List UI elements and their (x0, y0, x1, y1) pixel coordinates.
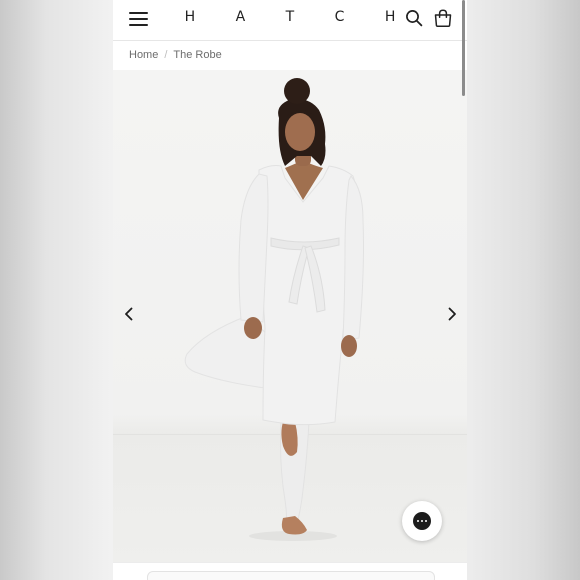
shopping-bag-icon[interactable] (433, 8, 453, 28)
product-image-gallery[interactable] (113, 70, 467, 562)
chevron-left-icon[interactable] (121, 306, 137, 322)
breadcrumb-home-link[interactable]: Home (129, 49, 158, 61)
vertical-scrollbar[interactable] (462, 0, 465, 96)
breadcrumb-separator: / (164, 49, 168, 61)
chat-button[interactable] (402, 501, 442, 541)
top-navigation-bar: H A T C H (113, 0, 467, 41)
model-in-white-robe-photo (184, 78, 364, 541)
chevron-right-icon[interactable] (444, 306, 460, 322)
bottom-partial-section (113, 562, 467, 580)
partial-option-pill[interactable] (147, 571, 435, 580)
breadcrumb-current-page[interactable]: The Robe (173, 49, 221, 61)
mobile-screen: H A T C H Home / The Robe (113, 0, 467, 580)
chat-bubble-icon (413, 512, 431, 530)
search-icon[interactable] (405, 9, 423, 27)
breadcrumb: Home / The Robe (129, 49, 222, 61)
